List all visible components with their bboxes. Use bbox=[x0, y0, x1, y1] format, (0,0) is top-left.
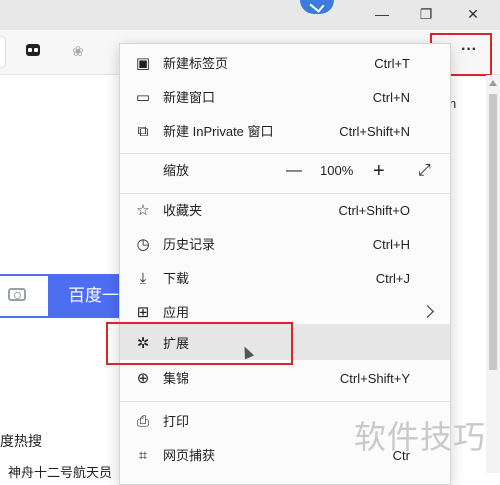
menu-item-label: 收藏夹 bbox=[163, 203, 203, 218]
print-icon: ⎙ bbox=[136, 413, 149, 430]
menu-item-new-inprivate[interactable]: ⧉ 新建 InPrivate 窗口 Ctrl+Shift+N bbox=[120, 115, 450, 149]
menu-item-label: 新建标签页 bbox=[163, 56, 229, 71]
restore-button[interactable]: ❐ bbox=[416, 4, 436, 24]
menu-item-shortcut: Ctrl+Shift+Y bbox=[339, 371, 410, 386]
menu-item-label: 集锦 bbox=[163, 371, 190, 386]
new-tab-icon: ▣ bbox=[135, 55, 151, 72]
apps-icon: ⊞ bbox=[136, 304, 150, 321]
zoom-label: 缩放 bbox=[163, 163, 190, 178]
fullscreen-icon[interactable]: ⤢ bbox=[418, 162, 431, 180]
menu-item-shortcut: Ctrl+T bbox=[374, 56, 410, 71]
menu-item-new-window[interactable]: ▭ 新建窗口 Ctrl+N bbox=[120, 81, 450, 115]
new-window-icon: ▭ bbox=[135, 89, 151, 106]
watermark: 软件技巧 bbox=[354, 418, 487, 456]
menu-item-label: 新建 InPrivate 窗口 bbox=[163, 124, 274, 139]
chevron-right-icon bbox=[421, 305, 434, 318]
address-bar[interactable] bbox=[0, 36, 6, 68]
menu-item-label: 下载 bbox=[163, 271, 190, 286]
menu-item-downloads[interactable]: ⤓ 下载 Ctrl+J bbox=[120, 262, 450, 296]
menu-item-zoom: 缩放 — 100% + ⤢ bbox=[120, 154, 450, 188]
zoom-in-button[interactable]: + bbox=[373, 161, 385, 181]
minimize-button[interactable]: — bbox=[372, 4, 392, 24]
menu-item-label: 新建窗口 bbox=[163, 90, 216, 105]
menu-item-shortcut: Ctrl+N bbox=[372, 90, 410, 105]
favorites-icon: ☆ bbox=[136, 202, 150, 219]
highlight-frame-extensions bbox=[106, 322, 293, 365]
menu-item-label: 网页捕获 bbox=[163, 448, 216, 463]
close-button[interactable]: ✕ bbox=[463, 4, 483, 24]
menu-item-label: 历史记录 bbox=[163, 237, 216, 252]
menu-item-shortcut: Ctrl+H bbox=[372, 237, 410, 252]
menu-item-shortcut: Ctrl+J bbox=[375, 271, 410, 286]
menu-item-history[interactable]: ◷ 历史记录 Ctrl+H bbox=[120, 228, 450, 262]
extension-icon[interactable] bbox=[26, 44, 40, 56]
menu-item-label: 打印 bbox=[163, 414, 190, 429]
collections-icon: ⊕ bbox=[136, 370, 150, 387]
history-icon: ◷ bbox=[136, 236, 150, 253]
menu-item-collections[interactable]: ⊕ 集锦 Ctrl+Shift+Y bbox=[120, 362, 450, 396]
download-icon: ⤓ bbox=[139, 270, 147, 287]
scroll-up-icon[interactable] bbox=[489, 80, 497, 86]
hot-search-heading: 度热搜 bbox=[0, 433, 42, 449]
menu-item-favorites[interactable]: ☆ 收藏夹 Ctrl+Shift+O bbox=[120, 194, 450, 228]
menu-item-new-tab[interactable]: ▣ 新建标签页 Ctrl+T bbox=[120, 47, 450, 81]
menu-item-label: 应用 bbox=[163, 305, 190, 320]
zoom-level: 100% bbox=[320, 163, 354, 178]
news-link[interactable]: 神舟十二号航天员 bbox=[8, 462, 112, 481]
inprivate-icon: ⧉ bbox=[137, 123, 149, 140]
menu-item-shortcut: Ctrl+Shift+O bbox=[338, 203, 410, 218]
menu-divider bbox=[120, 401, 450, 402]
web-capture-icon: ⌗ bbox=[138, 447, 148, 464]
zoom-out-button[interactable]: — bbox=[286, 162, 302, 180]
scroll-thumb[interactable] bbox=[489, 94, 497, 370]
search-button[interactable]: 百度一 bbox=[48, 274, 128, 318]
menu-item-shortcut: Ctrl+Shift+N bbox=[339, 124, 410, 139]
flower-extension-icon[interactable]: ❀ bbox=[68, 41, 88, 61]
camera-icon[interactable] bbox=[8, 288, 26, 301]
